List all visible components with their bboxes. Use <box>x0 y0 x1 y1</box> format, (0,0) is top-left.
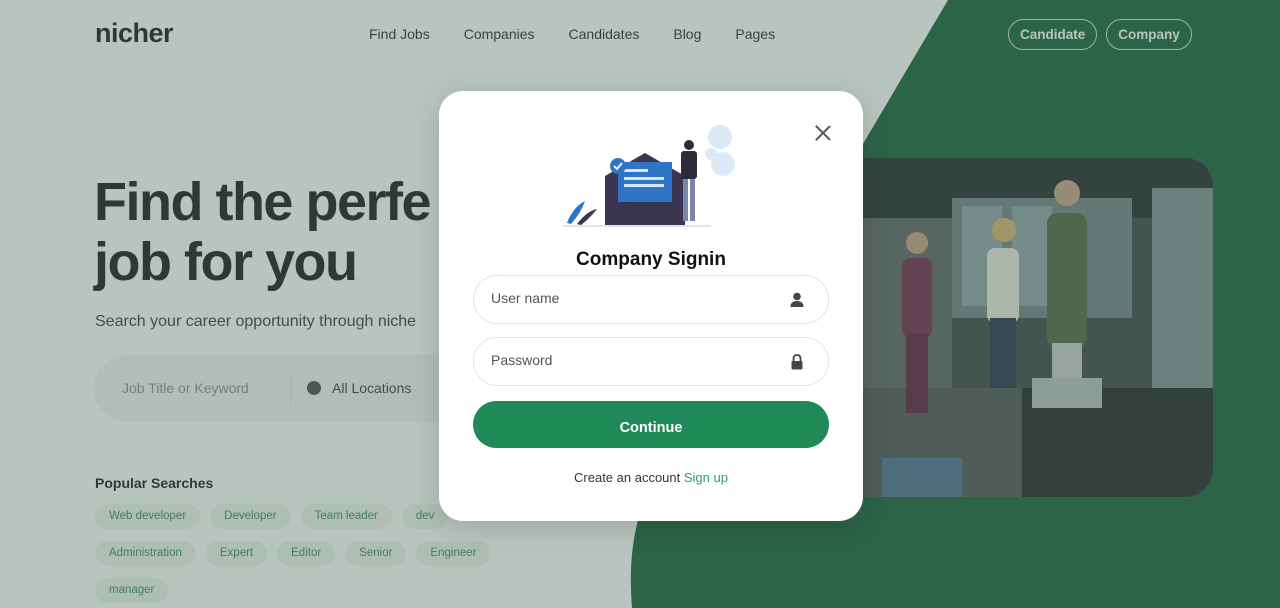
email-illustration <box>563 121 743 231</box>
company-signin-modal: Company Signin Continue Create an accoun… <box>439 91 863 521</box>
user-icon <box>790 292 804 307</box>
create-account-text: Create an account <box>574 470 681 485</box>
signup-link[interactable]: Sign up <box>684 470 728 485</box>
continue-button[interactable]: Continue <box>473 401 829 448</box>
lock-icon <box>791 354 803 370</box>
username-input[interactable] <box>491 290 771 306</box>
close-icon[interactable] <box>812 122 834 144</box>
username-field <box>473 275 829 324</box>
create-account-row: Create an account Sign up <box>439 470 863 485</box>
password-field <box>473 337 829 386</box>
password-input[interactable] <box>491 352 771 368</box>
modal-title: Company Signin <box>576 249 726 270</box>
